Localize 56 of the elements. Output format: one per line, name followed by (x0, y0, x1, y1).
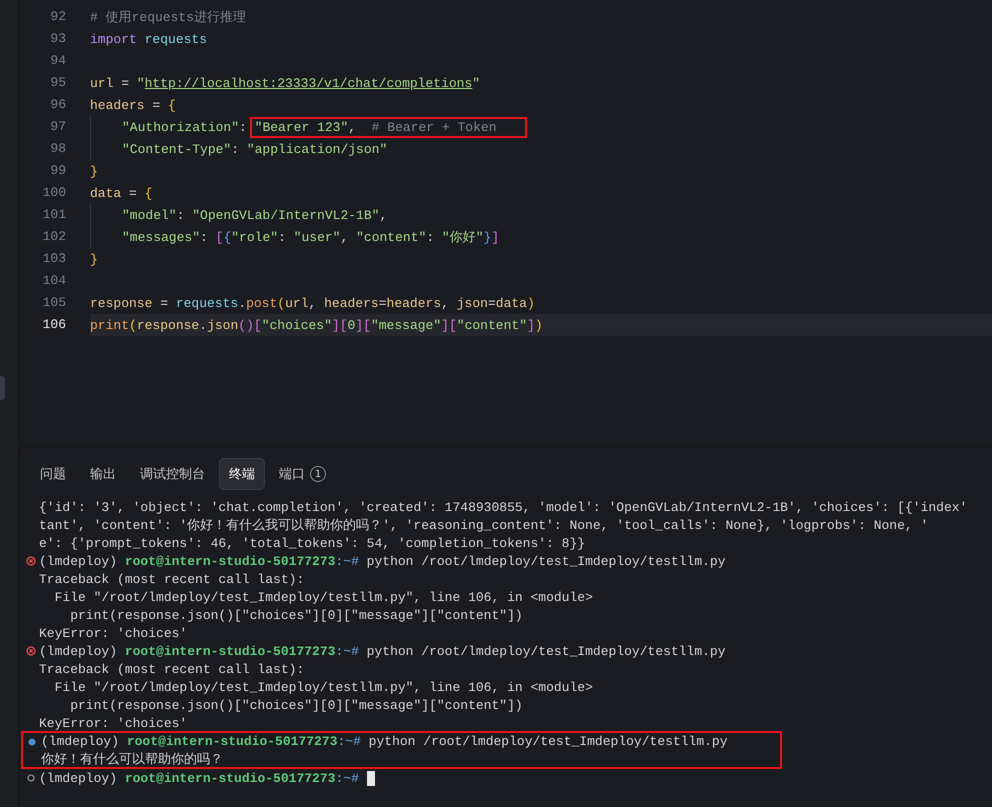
circle-icon (26, 773, 36, 783)
terminal-output: print(response.json()["choices"][0]["message"]["content"]) (69, 608, 523, 622)
terminal-output: Traceback (most recent call last): (39, 572, 304, 586)
panel-tab[interactable]: 调试控制台 (130, 458, 215, 490)
line-number: 98 (49, 140, 66, 158)
terminal-prompt: (lmdeploy) root@intern-studio-50177273:~# python /root/lmdeploy/test_Imdeploy/testllm.py (41, 734, 728, 749)
terminal-output: KeyError: 'choices' (39, 716, 188, 730)
count-badge: 1 (310, 466, 326, 482)
code-text: print(response.json()["choices"][0]["message"]["content"]) (90, 318, 543, 332)
line-number: 104 (42, 272, 66, 290)
line-number: 95 (49, 74, 66, 92)
code-text: response = requests.post(url, headers=headers, json=data) (90, 296, 535, 310)
terminal-output: e': {'prompt_tokens': 46, 'total_tokens': 54, 'completion_tokens': 8}} (39, 536, 586, 550)
terminal-output: print(response.json()["choices"][0]["message"]["content"]) (69, 698, 523, 712)
line-number: 93 (49, 30, 66, 48)
terminal-output: 你好！有什么可以帮助你的吗？ (41, 750, 223, 768)
error-icon (26, 646, 36, 656)
terminal-output: tant', 'content': '你好！有什么我可以帮助你的吗？', 'reasoning_content': None, 'tool_calls': None}, 'logprobs': None, ' (39, 517, 928, 534)
dot-icon (27, 737, 37, 747)
line-number: 105 (42, 294, 66, 312)
code-text: "model": "OpenGVLab/InternVL2-1B", (122, 208, 388, 222)
terminal-output: KeyError: 'choices' (39, 626, 188, 640)
code-text: } (90, 164, 98, 178)
terminal-prompt: (lmdeploy) root@intern-studio-50177273:~# python /root/lmdeploy/test_Imdeploy/testllm.py (39, 644, 726, 658)
line-number: 101 (42, 206, 66, 224)
panel-tab[interactable]: 端口 1 (269, 458, 336, 490)
terminal-prompt: (lmdeploy) root@intern-studio-50177273:~# python /root/lmdeploy/test_Imdeploy/testllm.py (39, 554, 726, 568)
code-text: } (90, 252, 98, 266)
line-number: 103 (42, 250, 66, 268)
terminal-output: {'id': '3', 'object': 'chat.completion', 'created': 1748930855, 'model': 'OpenGVLab/InternVL2-1B', 'choices': [{'index' (39, 500, 968, 514)
code-text: headers = { (90, 98, 176, 112)
panel-tab[interactable]: 问题 (30, 458, 76, 490)
scroll-thumb[interactable] (0, 376, 5, 400)
line-number: 92 (49, 8, 66, 26)
panel-tab[interactable]: 输出 (80, 458, 126, 490)
code-text: "Authorization": (122, 120, 248, 134)
error-icon (26, 556, 36, 566)
code-text: # 使用requests进行推理 (90, 9, 246, 26)
code-text: data = { (90, 186, 152, 200)
terminal-prompt: (lmdeploy) root@intern-studio-50177273:~# (39, 770, 359, 786)
code-text: import requests (90, 32, 208, 46)
terminal-output: File "/root/lmdeploy/test_Imdeploy/testllm.py", line 106, in <module> (54, 680, 593, 694)
line-number: 102 (42, 228, 66, 246)
line-number: 94 (49, 52, 66, 70)
line-number: 99 (49, 162, 66, 180)
code-editor[interactable] (20, 0, 992, 444)
code-text: url = "http://localhost:23333/v1/chat/completions" (90, 76, 480, 90)
panel-tab[interactable]: 终端 (219, 458, 265, 490)
line-number: 96 (49, 96, 66, 114)
code-text: "Content-Type": "application/json" (122, 142, 388, 156)
terminal-output: Traceback (most recent call last): (39, 662, 304, 676)
code-text: "Bearer 123", # Bearer + Token (254, 120, 496, 134)
code-text: "messages": [{"role": "user", "content": "你好"}] (122, 229, 500, 246)
line-number: 100 (42, 184, 66, 202)
terminal-output: File "/root/lmdeploy/test_Imdeploy/testllm.py", line 106, in <module> (54, 590, 593, 604)
line-number: 97 (49, 118, 66, 136)
